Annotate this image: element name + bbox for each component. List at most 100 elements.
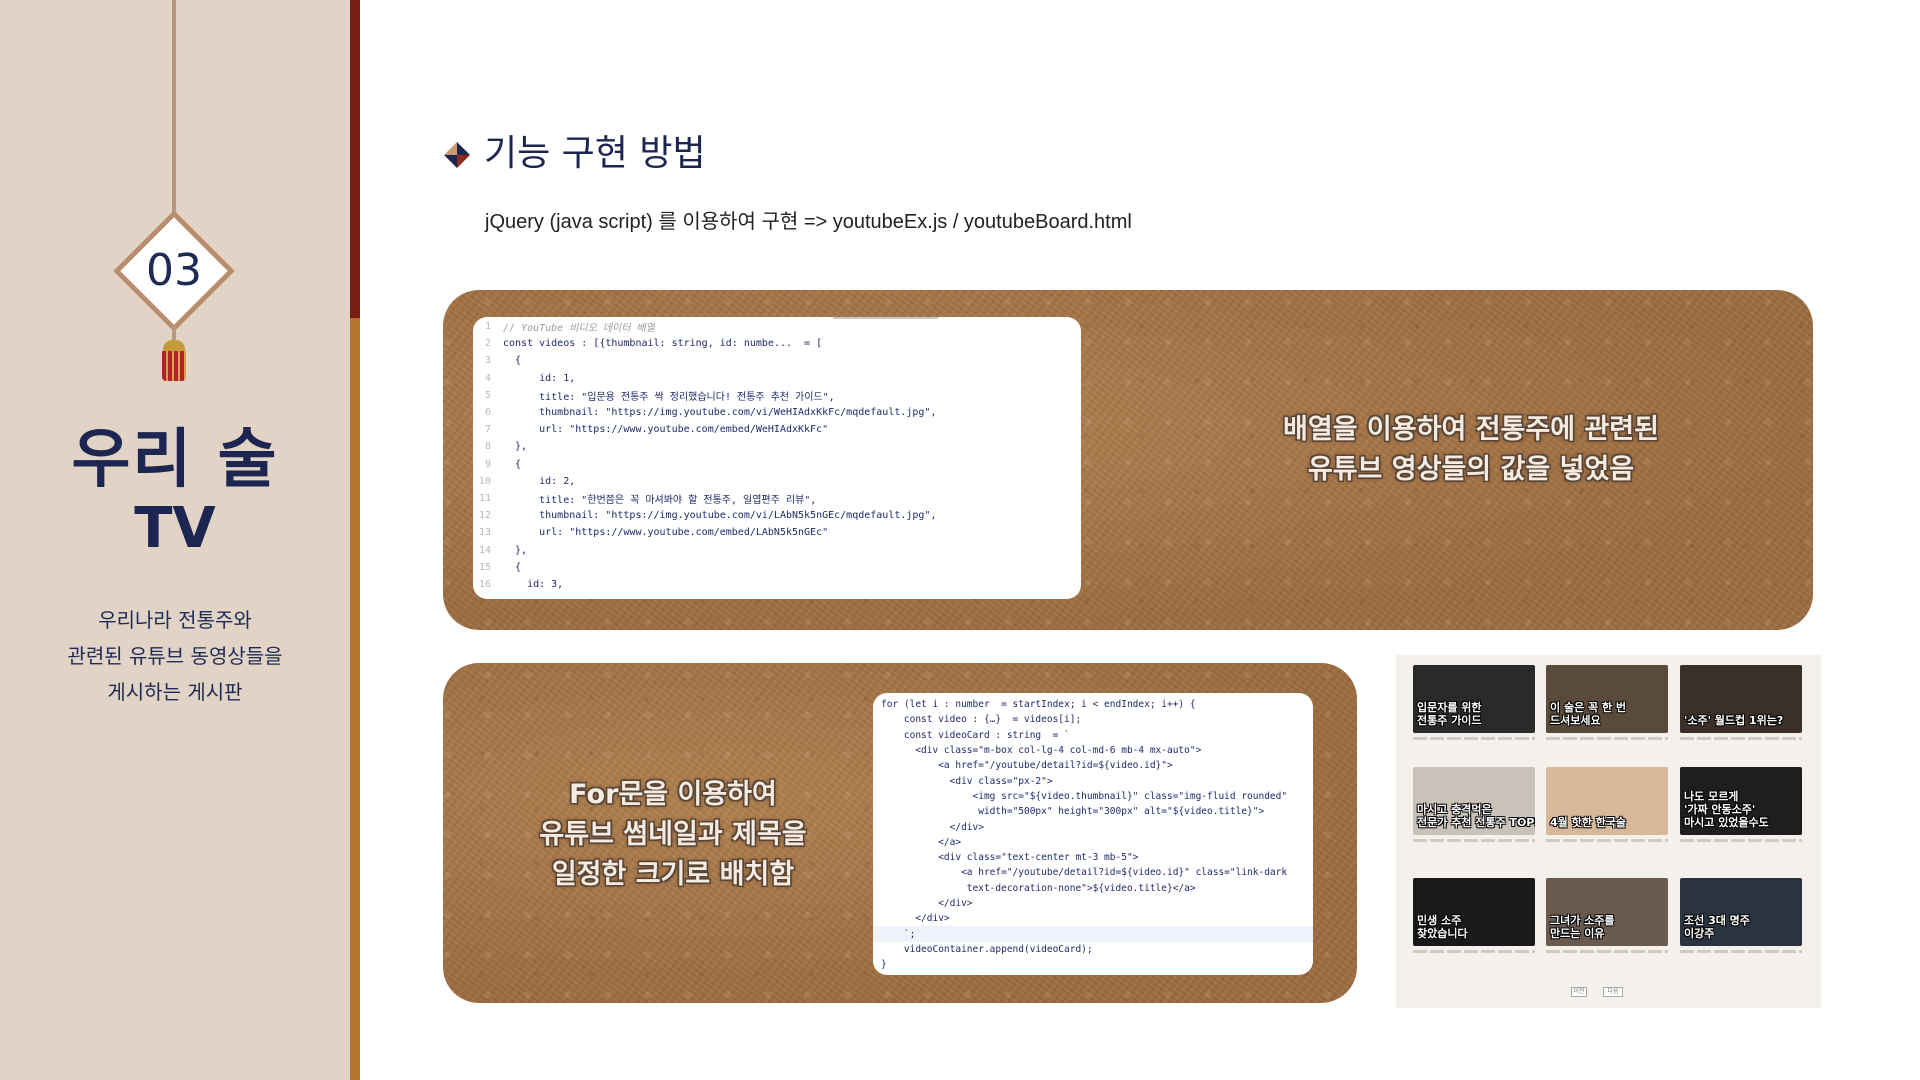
code-screenshot-array: 1 // YouTube 비디오 데이터 배열 2 const videos : [{… bbox=[473, 317, 1081, 599]
code-line: <a href="/youtube/detail?id=${video.id}"… bbox=[873, 758, 1313, 773]
loop-caption: For문을 이용하여 유튜브 썸네일과 제목을 일정한 크기로 배치함 bbox=[488, 775, 858, 895]
code-text: `; bbox=[881, 928, 916, 940]
code-line: <div class="text-center mt-3 mb-5"> bbox=[873, 850, 1313, 865]
video-thumbnail[interactable]: 민생 소주 찾았습니다 bbox=[1413, 878, 1535, 946]
code-text: url: "https://www.youtube.com/embed/LAbN… bbox=[503, 527, 829, 539]
line-number: 4 bbox=[484, 372, 491, 384]
caption-line: 유튜브 영상들의 값을 넣었음 bbox=[1307, 454, 1635, 485]
thumbnail-title: 조선 3대 명주 이강주 bbox=[1684, 914, 1750, 940]
code-line: const videoCard : string = ` bbox=[873, 728, 1313, 743]
code-text: const video : {…} = videos[i]; bbox=[881, 714, 1082, 726]
line-number: 2 bbox=[484, 338, 491, 350]
thumbnail-caption-line bbox=[1546, 950, 1668, 953]
thumbnail-caption-line bbox=[1680, 839, 1802, 842]
tassel-icon bbox=[162, 351, 186, 381]
code-text: </div> bbox=[881, 913, 950, 925]
pager-prev-button[interactable]: 이전 bbox=[1571, 987, 1587, 997]
board-result-screenshot: 입문자를 위한 전통주 가이드 이 술은 꼭 한 번 드셔보세요 '소주' 월드컵 … bbox=[1396, 655, 1821, 1008]
code-line: <div class="px-2"> bbox=[873, 773, 1313, 788]
code-line: 15 { bbox=[473, 559, 1081, 576]
thumbnail-title: 마시고 충격먹은 전문가 추천 전통주 TOP5 bbox=[1417, 803, 1535, 829]
line-number: 8 bbox=[484, 441, 491, 453]
code-line: 10 id: 2, bbox=[473, 473, 1081, 490]
code-text: // YouTube 비디오 데이터 배열 bbox=[503, 323, 655, 335]
thumbnail-caption-line bbox=[1413, 737, 1535, 740]
video-thumbnail[interactable]: 이 술은 꼭 한 번 드셔보세요 bbox=[1546, 665, 1668, 733]
line-number: 12 bbox=[478, 510, 491, 522]
sidebar-title-tv: TV bbox=[134, 496, 216, 561]
video-thumbnail[interactable]: 그녀가 소주를 만드는 이유 bbox=[1546, 878, 1668, 946]
code-line: text-decoration-none">${video.title}</a> bbox=[873, 881, 1313, 896]
video-thumbnail[interactable]: 마시고 충격먹은 전문가 추천 전통주 TOP5 bbox=[1413, 767, 1535, 835]
thumbnail-caption-line bbox=[1680, 737, 1802, 740]
thumbnail-caption-line bbox=[1680, 950, 1802, 953]
line-number: 3 bbox=[484, 355, 491, 367]
caption-line: For문을 이용하여 bbox=[569, 779, 777, 810]
code-text: <div class="m-box col-lg-4 col-md-6 mb-4… bbox=[881, 745, 1202, 757]
video-thumbnail[interactable]: 입문자를 위한 전통주 가이드 bbox=[1413, 665, 1535, 733]
code-text: { bbox=[503, 458, 522, 470]
code-line: videoContainer.append(videoCard); bbox=[873, 942, 1313, 957]
thumbnail-title: 나도 모르게 '가짜 안동소주' 마시고 있었을수도 bbox=[1684, 790, 1769, 829]
video-thumbnail[interactable]: 나도 모르게 '가짜 안동소주' 마시고 있었을수도 bbox=[1680, 767, 1802, 835]
thumbnail-title: 민생 소주 찾았습니다 bbox=[1417, 914, 1468, 940]
code-line: const video : {…} = videos[i]; bbox=[873, 712, 1313, 727]
thumbnail-caption-line bbox=[1546, 737, 1668, 740]
thumbnail-title: '소주' 월드컵 1위는? bbox=[1684, 714, 1784, 727]
section-title: 기능 구현 방법 bbox=[484, 133, 706, 174]
video-thumbnail[interactable]: '소주' 월드컵 1위는? bbox=[1680, 665, 1802, 733]
code-text: </a> bbox=[881, 836, 962, 848]
thumbnail-title: 그녀가 소주를 만드는 이유 bbox=[1550, 914, 1615, 940]
line-number: 7 bbox=[484, 424, 491, 436]
code-text: videoContainer.append(videoCard); bbox=[881, 943, 1093, 955]
code-text: title: "한번쯤은 꼭 마셔봐야 할 전통주, 일엽편주 리뷰", bbox=[503, 494, 817, 506]
sidebar-title: 우리 술 bbox=[71, 423, 279, 497]
code-text: for (let i : number = startIndex; i < en… bbox=[881, 699, 1196, 711]
code-text: <a href="/youtube/detail?id=${video.id}"… bbox=[881, 760, 1173, 772]
code-line: 12 thumbnail: "https://img.youtube.com/v… bbox=[473, 507, 1081, 524]
video-thumbnail[interactable]: 4월 핫한 한국술 bbox=[1546, 767, 1668, 835]
code-line: <img src="${video.thumbnail}" class="img… bbox=[873, 789, 1313, 804]
code-line: <a href="/youtube/detail?id=${video.id}"… bbox=[873, 865, 1313, 880]
pager-next-button[interactable]: 다음 bbox=[1603, 987, 1623, 997]
code-text: <div class="px-2"> bbox=[881, 775, 1053, 787]
code-line: 13 url: "https://www.youtube.com/embed/L… bbox=[473, 524, 1081, 541]
section-number-badge: 03 bbox=[113, 210, 235, 332]
thumbnail-caption-line bbox=[1413, 839, 1535, 842]
code-line: 6 thumbnail: "https://img.youtube.com/vi… bbox=[473, 404, 1081, 421]
thumbnail-caption-line bbox=[1413, 950, 1535, 953]
code-text: url: "https://www.youtube.com/embed/WeHI… bbox=[503, 424, 829, 436]
sidebar-description: 우리나라 전통주와 관련된 유튜브 동영상들을 게시하는 게시판 bbox=[0, 602, 350, 710]
code-text: title: "입문용 전통주 싹 정리했습니다! 전통주 추천 가이드", bbox=[503, 391, 835, 403]
code-text: { bbox=[503, 355, 522, 367]
code-text: </div> bbox=[881, 898, 973, 909]
description-line: 우리나라 전통주와 bbox=[98, 608, 252, 632]
code-line: 16 id: 3, bbox=[473, 576, 1081, 593]
code-line: for (let i : number = startIndex; i < en… bbox=[873, 697, 1313, 712]
code-line: 14 }, bbox=[473, 541, 1081, 558]
caption-line: 배열을 이용하여 전통주에 관련된 bbox=[1283, 414, 1659, 445]
line-number: 13 bbox=[478, 527, 491, 539]
code-line: <div class="m-box col-lg-4 col-md-6 mb-4… bbox=[873, 743, 1313, 758]
array-explanation-panel: 1 // YouTube 비디오 데이터 배열 2 const videos : [{… bbox=[443, 290, 1813, 630]
code-text: const videos : [{thumbnail: string, id: … bbox=[503, 338, 823, 350]
code-line: 5 title: "입문용 전통주 싹 정리했습니다! 전통주 추천 가이드", bbox=[473, 387, 1081, 404]
code-text: id: 1, bbox=[503, 372, 576, 384]
description-line: 관련된 유튜브 동영상들을 bbox=[67, 644, 283, 668]
thumbnail-title: 입문자를 위한 전통주 가이드 bbox=[1417, 701, 1482, 727]
code-text: <div class="text-center mt-3 mb-5"> bbox=[881, 852, 1139, 864]
code-line: width="500px" height="300px" alt="${vide… bbox=[873, 804, 1313, 819]
code-line: } bbox=[873, 957, 1313, 972]
caption-line: 일정한 크기로 배치함 bbox=[551, 859, 795, 890]
code-text: }, bbox=[503, 544, 528, 556]
code-text: thumbnail: "https://img.youtube.com/vi/W… bbox=[503, 407, 937, 419]
thumbnail-title: 4월 핫한 한국술 bbox=[1550, 816, 1627, 829]
hanging-string bbox=[172, 0, 176, 218]
line-number: 10 bbox=[478, 475, 491, 487]
code-line: 2 const videos : [{thumbnail: string, id:… bbox=[473, 335, 1081, 352]
code-text: }, bbox=[503, 441, 528, 453]
caption-line: 유튜브 썸네일과 제목을 bbox=[539, 819, 807, 850]
code-text: width="500px" height="300px" alt="${vide… bbox=[881, 806, 1265, 818]
video-thumbnail[interactable]: 조선 3대 명주 이강주 bbox=[1680, 878, 1802, 946]
code-line: 4 id: 1, bbox=[473, 370, 1081, 387]
